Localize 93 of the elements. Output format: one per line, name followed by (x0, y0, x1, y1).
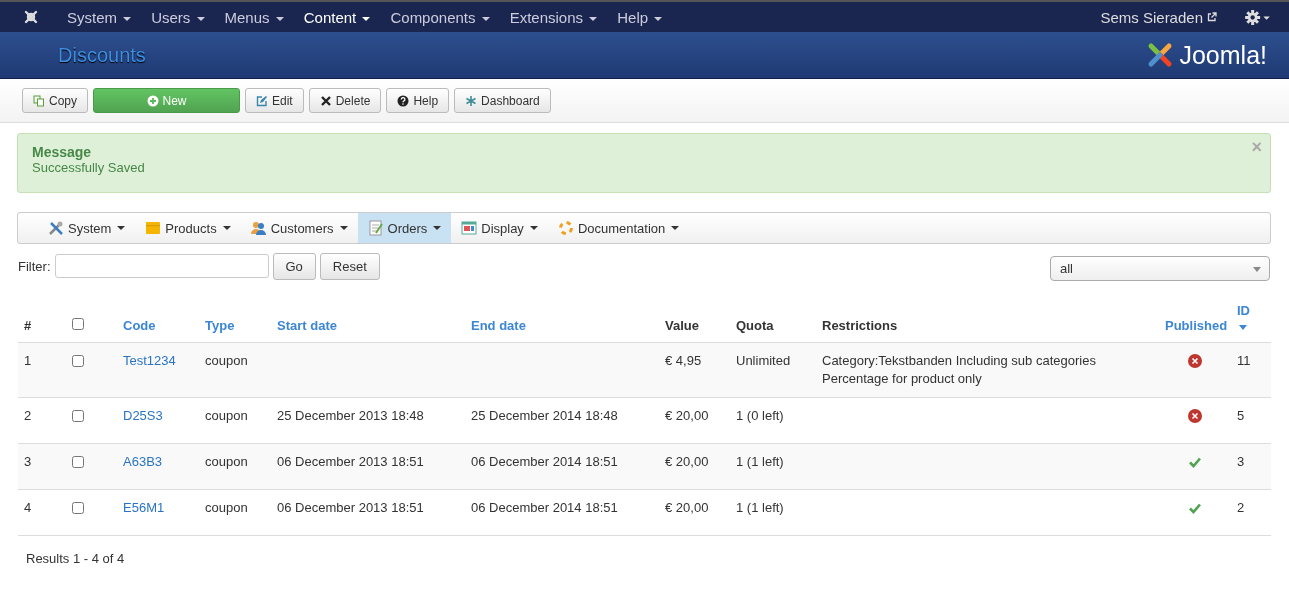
settings-icon[interactable] (1245, 9, 1271, 25)
submenu-item[interactable]: System (38, 213, 136, 243)
column-header-link[interactable]: Code (123, 318, 156, 333)
page-title: Discounts (58, 43, 146, 67)
coupon-code-link[interactable]: Test1234 (123, 353, 176, 368)
row-checkbox[interactable] (72, 456, 84, 468)
plus-icon (146, 94, 159, 107)
unpublished-icon[interactable] (1188, 354, 1202, 368)
table-cell: 25 December 2013 18:48 (277, 408, 424, 423)
close-icon (319, 94, 332, 107)
nav-menu-item[interactable]: Extensions (499, 8, 608, 26)
document-icon (367, 220, 384, 236)
site-link[interactable]: Sems Sieraden (1100, 8, 1203, 26)
toolbar-button[interactable]: Help (386, 88, 450, 113)
coupon-code-link[interactable]: E56M1 (123, 500, 165, 515)
toolbar-button[interactable]: Delete (308, 88, 382, 113)
table-cell: 2 (24, 408, 32, 423)
reset-button[interactable]: Reset (319, 252, 380, 280)
table-cell: 2 (1237, 500, 1245, 515)
table-cell: € 20,00 (665, 454, 709, 469)
edit-icon (256, 94, 268, 107)
table-cell: 3 (1237, 454, 1245, 469)
table-cell: 11 (1237, 353, 1251, 368)
results-count: Results 1 - 4 of 4 (26, 551, 126, 566)
toolbar-button[interactable]: Dashboard (454, 88, 551, 113)
table-cell: 1 (24, 353, 32, 368)
column-header: Quota (736, 318, 774, 333)
table-cell: coupon (205, 500, 248, 515)
table-cell: 06 December 2013 18:51 (277, 500, 424, 515)
submenu-item[interactable]: Display (451, 213, 548, 243)
table-cell: 06 December 2014 18:51 (471, 500, 618, 515)
nav-menu-item[interactable]: System (57, 8, 142, 26)
toolbar-button[interactable]: Edit (245, 88, 304, 113)
restriction-text: Category:Tekstbanden Including sub categories (822, 352, 1097, 370)
copy-icon (33, 94, 45, 107)
table-cell: 5 (1237, 408, 1245, 423)
message-text: Successfully Saved (32, 160, 146, 175)
table-cell: 06 December 2014 18:51 (471, 454, 618, 469)
go-button[interactable]: Go (272, 252, 316, 280)
table-cell: € 20,00 (665, 500, 709, 515)
table-cell: 3 (24, 454, 32, 469)
column-header-link[interactable]: Start date (277, 318, 337, 333)
table-cell: coupon (205, 353, 248, 368)
table-cell: € 20,00 (665, 408, 709, 423)
table-cell: 25 December 2014 18:48 (471, 408, 618, 423)
filter-input[interactable] (54, 254, 269, 278)
people-icon (250, 220, 267, 236)
asterisk-icon (465, 94, 478, 107)
message-heading: Message (32, 144, 93, 160)
column-header-link[interactable]: Published (1165, 318, 1228, 333)
status-select[interactable]: all (1050, 256, 1270, 281)
nav-menu-item[interactable]: Help (607, 8, 673, 26)
filter-label: Filter: (18, 258, 51, 274)
nav-menu-item[interactable]: Users (141, 8, 215, 26)
window-icon (461, 220, 478, 236)
submenu-item[interactable]: Orders (357, 213, 452, 243)
checkmark-icon[interactable] (1188, 455, 1202, 469)
tools-icon (48, 220, 64, 236)
unpublished-icon[interactable] (1188, 409, 1202, 423)
table-cell: 1 (0 left) (736, 408, 784, 423)
row-checkbox[interactable] (72, 502, 84, 514)
submenu-item[interactable]: Products (135, 213, 241, 243)
toolbar-button[interactable]: Copy (22, 88, 88, 113)
nav-menu-item[interactable]: Content (293, 8, 381, 26)
nav-menu-item[interactable]: Menus (214, 8, 294, 26)
folder-icon (145, 220, 162, 236)
row-checkbox[interactable] (72, 410, 84, 422)
table-cell: 06 December 2013 18:51 (277, 454, 424, 469)
table-cell: 4 (24, 500, 32, 515)
table-cell: € 4,95 (665, 353, 702, 368)
coupon-code-link[interactable]: D25S3 (123, 408, 163, 423)
restriction-text: Percentage for product only (822, 370, 983, 388)
table-cell: coupon (205, 454, 248, 469)
joomla-logo-text: Joomla! (1179, 40, 1267, 70)
help-icon (397, 94, 410, 107)
checkmark-icon[interactable] (1188, 501, 1202, 515)
table-cell: 1 (1 left) (736, 454, 784, 469)
table-cell: 1 (1 left) (736, 500, 784, 515)
nav-menu-item[interactable]: Components (380, 8, 500, 26)
column-header-link[interactable]: Type (205, 318, 235, 333)
submenu-item[interactable]: Documentation (547, 213, 690, 243)
row-checkbox[interactable] (72, 355, 84, 367)
submenu-item[interactable]: Customers (240, 213, 358, 243)
table-cell: coupon (205, 408, 248, 423)
column-header-link[interactable]: End date (471, 318, 526, 333)
select-all-checkbox[interactable] (72, 318, 84, 330)
table-cell: Unlimited (736, 353, 791, 368)
external-link-icon (1207, 12, 1217, 22)
column-header: Value (665, 318, 699, 333)
column-header: Restrictions (822, 318, 898, 333)
column-header-link[interactable]: ID (1237, 303, 1250, 318)
coupon-code-link[interactable]: A63B3 (123, 454, 163, 469)
column-header: # (24, 318, 32, 333)
